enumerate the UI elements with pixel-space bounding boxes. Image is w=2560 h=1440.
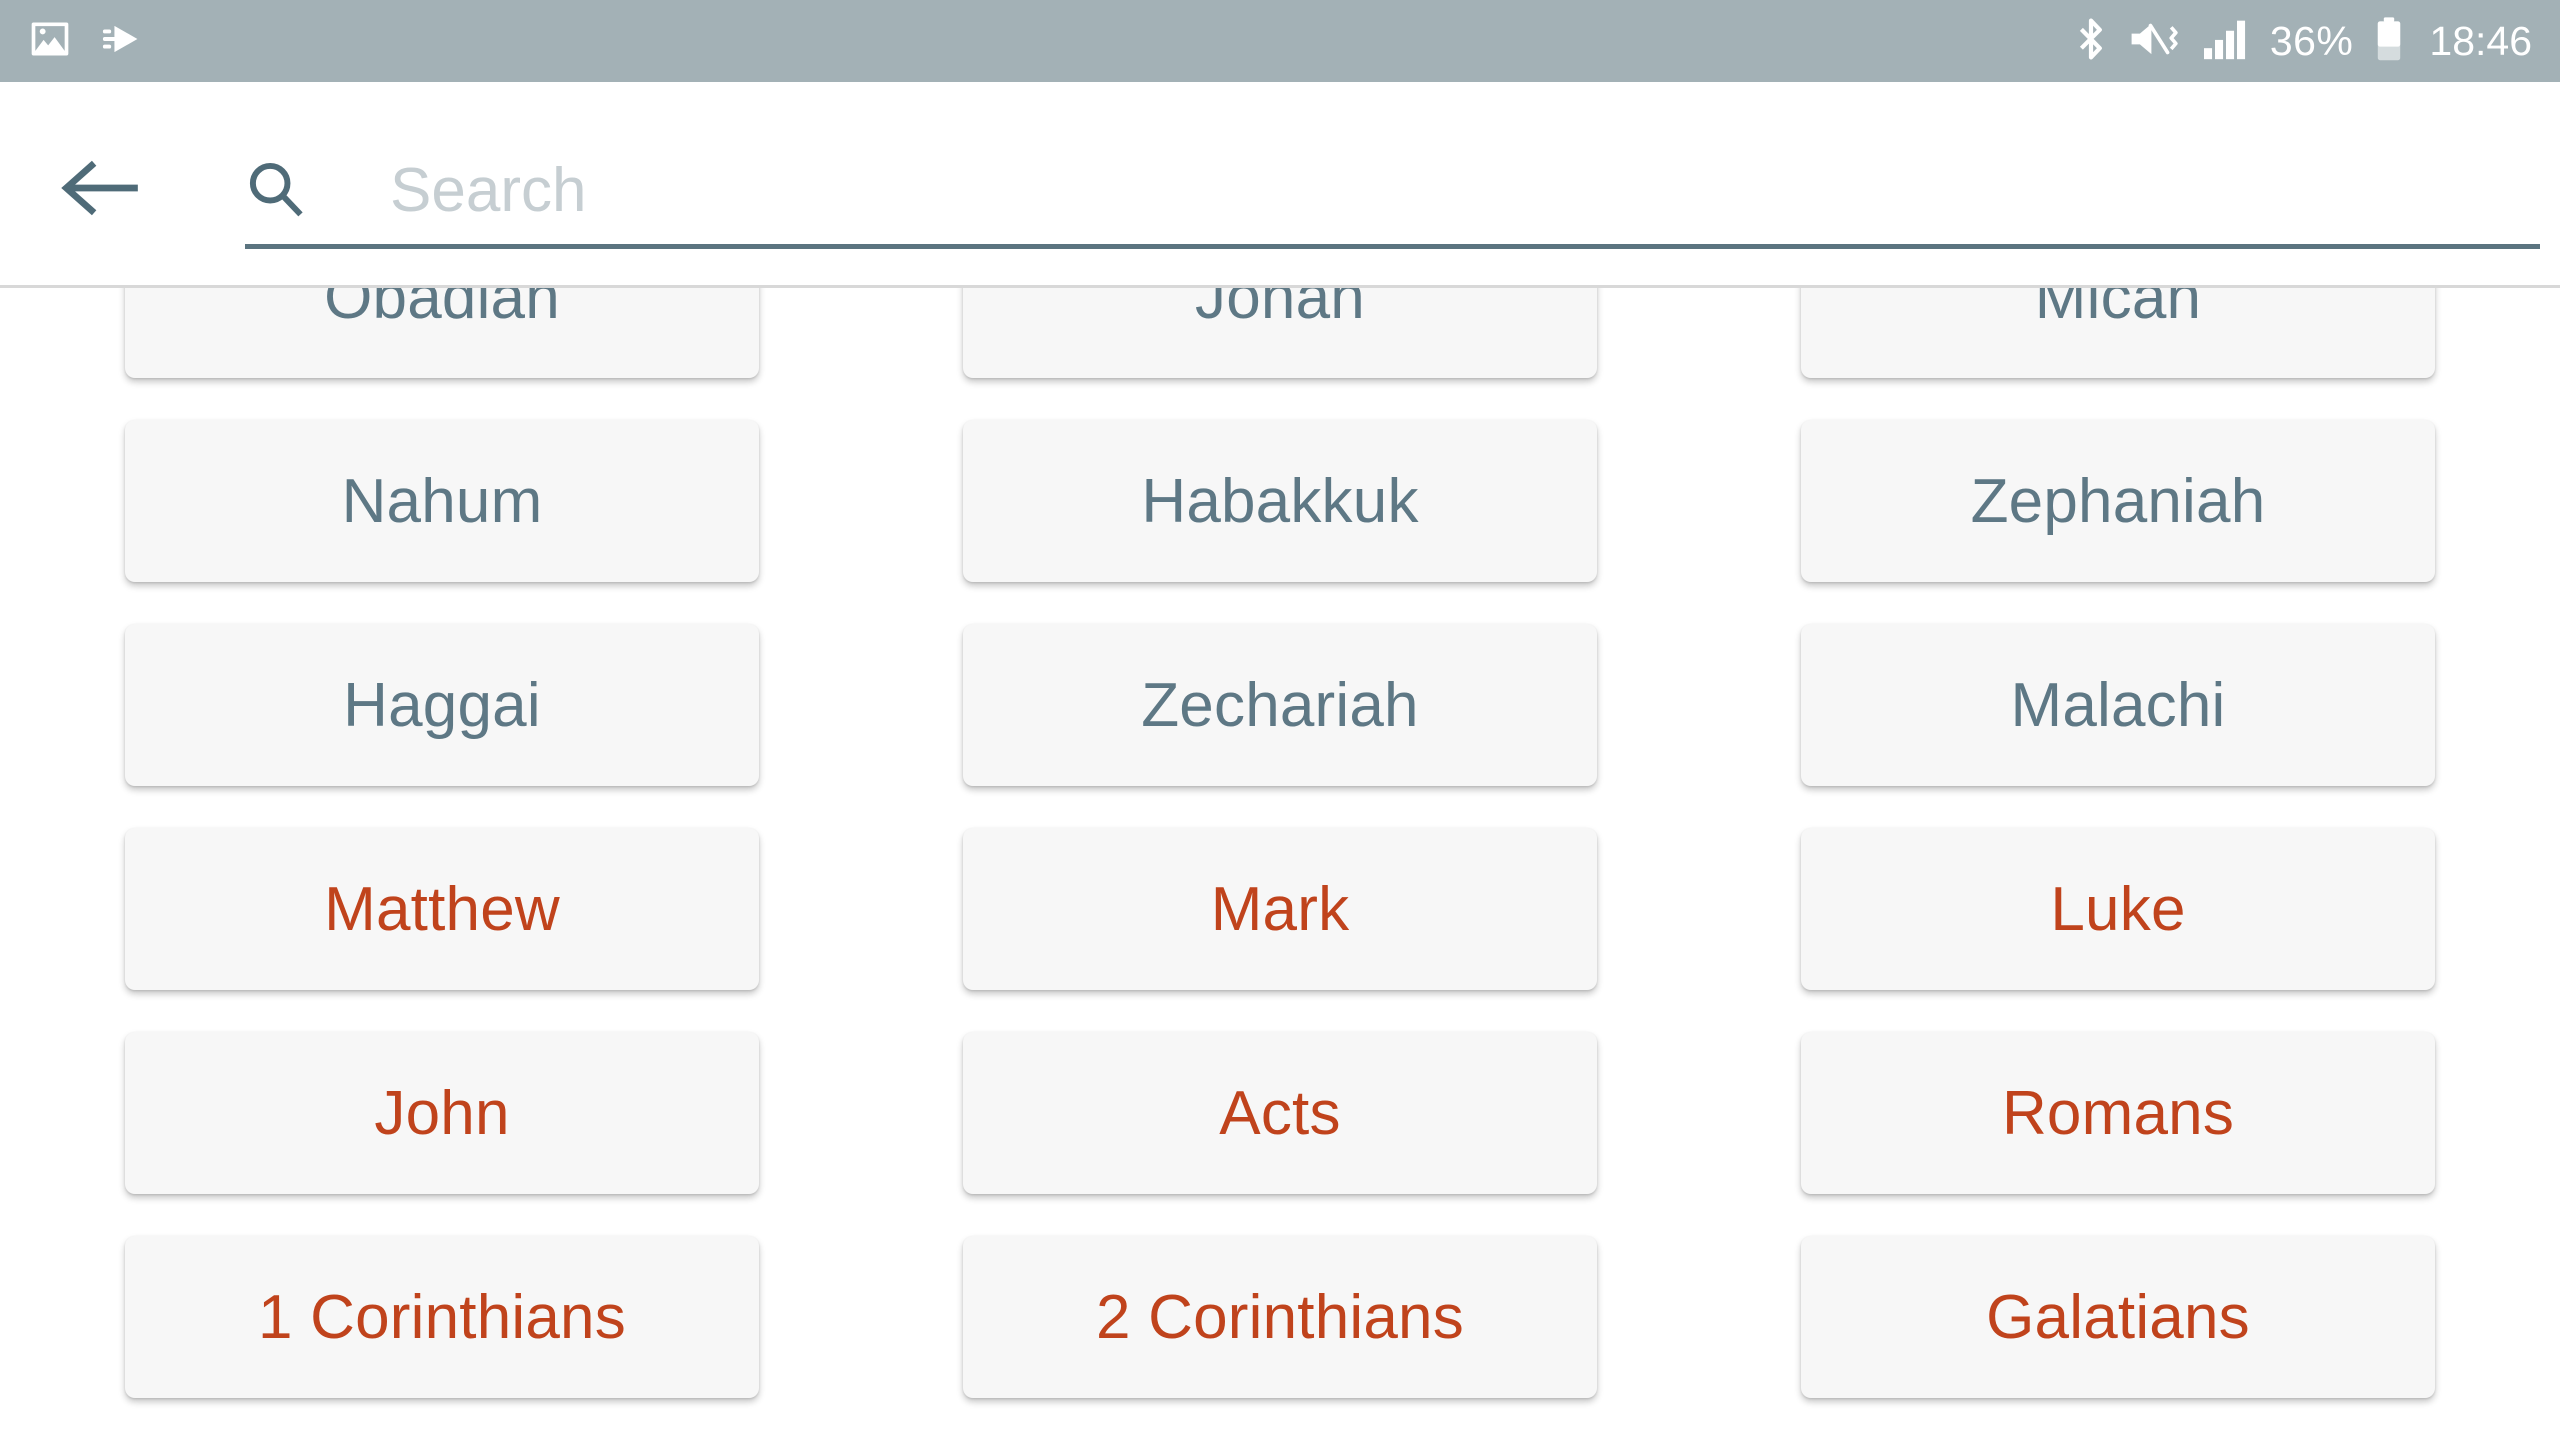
book-button[interactable]: John (125, 1032, 759, 1194)
book-button[interactable]: Malachi (1801, 624, 2435, 786)
book-button[interactable]: Matthew (125, 828, 759, 990)
send-icon (98, 19, 144, 64)
book-button[interactable]: Zechariah (963, 624, 1597, 786)
status-bar-left-icons (28, 17, 144, 66)
book-button[interactable]: 2 Corinthians (963, 1236, 1597, 1398)
book-button[interactable]: Jonah (963, 288, 1597, 378)
mute-vibrate-icon (2128, 17, 2182, 66)
status-bar-right-icons: 36% 18:46 (2074, 15, 2532, 68)
book-button[interactable]: Zephaniah (1801, 420, 2435, 582)
search-input[interactable] (245, 144, 2540, 249)
signal-bars-icon (2202, 17, 2250, 66)
back-arrow-icon (55, 150, 151, 231)
app-root: 36% 18:46 Search Obadiah Jonah Micah Nah… (0, 0, 2560, 1440)
bluetooth-icon (2074, 15, 2108, 68)
book-button[interactable]: Luke (1801, 828, 2435, 990)
back-button[interactable] (48, 150, 158, 230)
book-button[interactable]: 1 Corinthians (125, 1236, 759, 1398)
book-button[interactable]: Romans (1801, 1032, 2435, 1194)
status-bar: 36% 18:46 (0, 0, 2560, 82)
book-button[interactable]: Obadiah (125, 288, 759, 378)
book-button[interactable]: Nahum (125, 420, 759, 582)
book-button[interactable]: Habakkuk (963, 420, 1597, 582)
book-button[interactable]: Acts (963, 1032, 1597, 1194)
search-bar (0, 82, 2560, 287)
book-button[interactable]: Haggai (125, 624, 759, 786)
book-list-scroll-area[interactable]: Obadiah Jonah Micah Nahum Habakkuk Zephaniah H… (0, 288, 2560, 1440)
book-button[interactable]: Galatians (1801, 1236, 2435, 1398)
book-grid: Obadiah Jonah Micah Nahum Habakkuk Zephaniah H… (0, 288, 2560, 1398)
image-icon (28, 17, 72, 66)
battery-percent-label: 36% (2269, 17, 2354, 64)
book-button[interactable]: Micah (1801, 288, 2435, 378)
book-button[interactable]: Mark (963, 828, 1597, 990)
battery-icon (2373, 15, 2405, 68)
status-bar-clock: 18:46 (2429, 17, 2532, 64)
